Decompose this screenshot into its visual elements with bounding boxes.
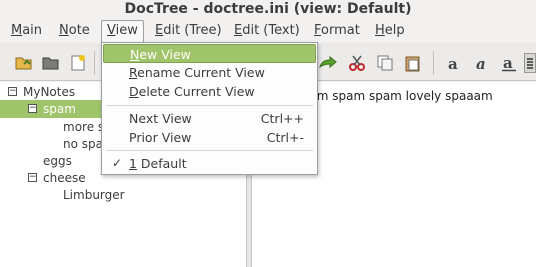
svg-text:a: a — [448, 55, 458, 72]
menubar: Main Note View Edit (Tree) Edit (Text) F… — [0, 20, 536, 43]
menu-main[interactable]: Main — [6, 20, 47, 42]
menu-item-accelerator: Ctrl++ — [260, 111, 304, 126]
checkmark-icon: ✓ — [112, 156, 123, 170]
menu-main-label: ain — [22, 23, 43, 38]
menu-help-label: elp — [384, 23, 405, 38]
menu-item-label: ew View — [139, 47, 191, 62]
tree-node-label: spam — [43, 102, 76, 116]
tree-node-label: more s — [63, 120, 105, 134]
copy-icon[interactable] — [375, 53, 395, 73]
tree-node-label: eggs — [43, 154, 72, 168]
menu-view-mnemonic: V — [107, 23, 116, 38]
menu-separator — [106, 150, 313, 151]
menu-note-mnemonic: N — [59, 23, 69, 38]
menu-edit-tree[interactable]: Edit (Tree) — [150, 20, 227, 42]
menu-item-label: Prior View — [129, 130, 192, 145]
tree-node-label: no spa — [63, 137, 103, 151]
menu-item-new-view[interactable]: New View — [103, 44, 316, 63]
menu-item-label: Next View — [129, 111, 192, 126]
menu-edit-text-mnemonic: E — [234, 23, 243, 38]
menu-item-accelerator: Ctrl+- — [266, 130, 304, 145]
tree-node-label: MyNotes — [23, 85, 76, 99]
menu-format[interactable]: Format — [309, 20, 365, 42]
menu-edit-tree-label: dit (Tree) — [163, 23, 222, 38]
svg-text:a: a — [503, 54, 513, 72]
folder-icon[interactable] — [41, 53, 61, 73]
align-icon[interactable] — [524, 53, 536, 73]
tree-node-label: Limburger — [63, 188, 125, 202]
open-folder-icon[interactable] — [14, 53, 34, 73]
underline-a-icon[interactable]: a — [499, 53, 519, 73]
toolbar-separator — [94, 51, 95, 75]
menu-help[interactable]: Help — [370, 20, 410, 42]
window-title: DocTree - doctree.ini (view: Default) — [0, 0, 536, 20]
collapse-icon[interactable]: − — [28, 104, 37, 113]
collapse-icon[interactable]: − — [8, 87, 17, 96]
menu-format-label: ormat — [321, 23, 360, 38]
cut-scissors-icon[interactable] — [347, 53, 367, 73]
menu-edit-text[interactable]: Edit (Text) — [229, 20, 305, 42]
menu-item-mnemonic: 1 — [129, 156, 137, 171]
svg-text:a: a — [476, 55, 486, 72]
italic-a-icon[interactable]: a — [472, 53, 492, 73]
menu-item-mnemonic: N — [130, 47, 140, 62]
menu-help-mnemonic: H — [375, 23, 385, 38]
menu-item-label: Default — [136, 156, 187, 171]
menu-item-mnemonic: R — [129, 65, 138, 80]
menu-edit-text-label: dit (Text) — [242, 23, 300, 38]
tree-node-no-spam[interactable]: no spa — [63, 135, 103, 153]
tree-node-limburger[interactable]: Limburger — [63, 186, 125, 204]
redo-arrow-icon[interactable] — [318, 53, 338, 73]
window-title-text: DocTree - doctree.ini (view: Default) — [124, 1, 412, 17]
menu-item-default-view[interactable]: ✓ 1 Default — [103, 154, 316, 173]
menu-note[interactable]: Note — [54, 20, 95, 42]
view-menu-dropdown: New View Rename Current View Delete Curr… — [101, 42, 318, 175]
menu-item-next-view[interactable]: Next View Ctrl++ — [103, 109, 316, 128]
bold-a-icon[interactable]: a — [444, 53, 464, 73]
menu-item-rename-current-view[interactable]: Rename Current View — [103, 63, 316, 82]
tree-node-label: cheese — [43, 171, 86, 185]
menu-main-mnemonic: M — [11, 23, 23, 38]
menu-view[interactable]: View — [101, 20, 144, 43]
tree-node-eggs[interactable]: eggs — [43, 152, 72, 170]
paste-icon[interactable] — [403, 53, 423, 73]
menu-edit-tree-mnemonic: E — [155, 23, 164, 38]
menu-item-delete-current-view[interactable]: Delete Current View — [103, 82, 316, 101]
menu-note-label: ote — [68, 23, 90, 38]
menu-format-mnemonic: F — [314, 23, 322, 38]
menu-separator — [106, 105, 313, 106]
tree-node-more-spam[interactable]: more s — [63, 118, 104, 136]
menu-item-label: ename Current View — [137, 65, 265, 80]
collapse-icon[interactable]: − — [28, 173, 37, 182]
new-note-icon[interactable] — [68, 53, 88, 73]
menu-item-mnemonic: D — [129, 84, 139, 99]
menu-item-prior-view[interactable]: Prior View Ctrl+- — [103, 128, 316, 147]
toolbar-separator — [433, 51, 434, 75]
menu-item-label: elete Current View — [138, 84, 255, 99]
menu-view-label: iew — [115, 23, 138, 38]
